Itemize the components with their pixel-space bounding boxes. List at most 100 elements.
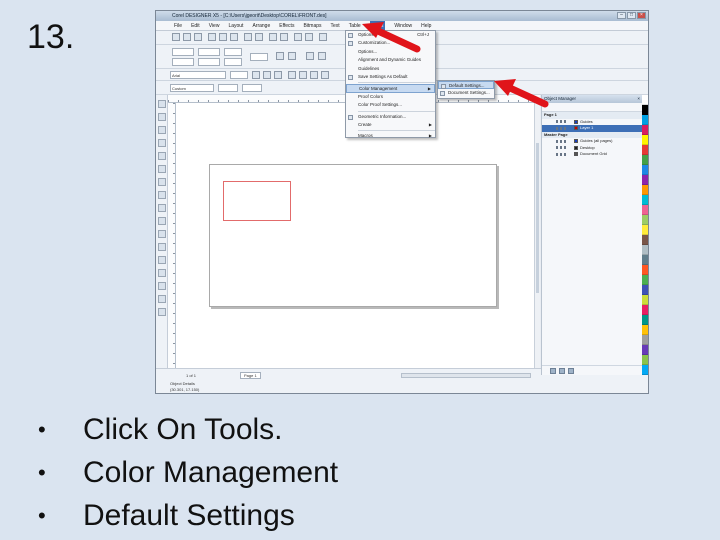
height-field[interactable] <box>198 58 220 66</box>
menu-table[interactable]: Table <box>349 21 361 30</box>
pick-tool-icon[interactable] <box>158 100 166 108</box>
crop-tool-icon[interactable] <box>158 126 166 134</box>
horizontal-scrollbar[interactable] <box>401 373 531 378</box>
vertical-scrollbar[interactable] <box>534 103 540 368</box>
menu-tools[interactable]: Tools <box>369 21 386 30</box>
width-field[interactable] <box>198 48 220 56</box>
smart-fill-icon[interactable] <box>158 165 166 173</box>
palette-swatch[interactable] <box>642 145 648 155</box>
x-field[interactable] <box>172 48 194 56</box>
palette-swatch[interactable] <box>642 245 648 255</box>
palette-swatch[interactable] <box>642 285 648 295</box>
delete-layer-icon[interactable] <box>568 368 574 374</box>
mirror-icon[interactable] <box>276 52 284 60</box>
palette-swatch[interactable] <box>642 175 648 185</box>
copy-icon[interactable] <box>219 33 227 41</box>
freehand-tool-icon[interactable] <box>158 152 166 160</box>
palette-swatch[interactable] <box>642 345 648 355</box>
menu-bitmaps[interactable]: Bitmaps <box>303 21 321 30</box>
bold-icon[interactable] <box>252 71 260 79</box>
visibility-icon[interactable] <box>556 152 568 156</box>
y-field[interactable] <box>172 58 194 66</box>
text-tool-icon[interactable] <box>158 217 166 225</box>
menu-item-customization[interactable]: Customization... <box>346 39 435 47</box>
outline-width-select[interactable] <box>218 84 238 92</box>
menu-file[interactable]: File <box>174 21 182 30</box>
cut-icon[interactable] <box>208 33 216 41</box>
redo-icon[interactable] <box>255 33 263 41</box>
palette-swatch[interactable] <box>642 155 648 165</box>
palette-swatch[interactable] <box>642 235 648 245</box>
menu-effects[interactable]: Effects <box>279 21 294 30</box>
shape-tool-icon[interactable] <box>158 113 166 121</box>
dropcap-icon[interactable] <box>310 71 318 79</box>
palette-swatch[interactable] <box>642 355 648 365</box>
outline-tool-icon[interactable] <box>158 295 166 303</box>
menu-item-options-2[interactable]: Options... <box>346 48 435 56</box>
scrollbar-thumb[interactable] <box>536 143 539 293</box>
palette-swatch[interactable] <box>642 315 648 325</box>
menu-item-geometric-info[interactable]: Geometric Information... <box>346 113 435 121</box>
palette-swatch[interactable] <box>642 115 648 125</box>
menu-item-save-settings[interactable]: Save Settings As Default <box>346 73 435 81</box>
italic-icon[interactable] <box>263 71 271 79</box>
document-page[interactable] <box>209 164 497 307</box>
align-icon[interactable] <box>288 71 296 79</box>
paste-icon[interactable] <box>230 33 238 41</box>
export-icon[interactable] <box>280 33 288 41</box>
palette-swatch[interactable] <box>642 255 648 265</box>
visibility-icon[interactable] <box>556 139 568 143</box>
scale-x-field[interactable] <box>224 48 242 56</box>
underline-icon[interactable] <box>274 71 282 79</box>
polygon-tool-icon[interactable] <box>158 204 166 212</box>
menu-help[interactable]: Help <box>421 21 431 30</box>
palette-swatch[interactable] <box>642 105 648 115</box>
maximize-icon[interactable]: □ <box>627 12 636 19</box>
palette-swatch[interactable] <box>642 365 648 375</box>
palette-swatch[interactable] <box>642 225 648 235</box>
style-select[interactable]: Custom <box>170 84 214 92</box>
new-icon[interactable] <box>172 33 180 41</box>
open-icon[interactable] <box>183 33 191 41</box>
zoom-icon[interactable] <box>294 33 302 41</box>
callout-tool-icon[interactable] <box>158 269 166 277</box>
menu-item-color-proof-settings[interactable]: Color Proof Settings... <box>346 101 435 109</box>
palette-swatch[interactable] <box>642 135 648 145</box>
layer-row[interactable]: Document Grid <box>542 151 642 158</box>
palette-swatch[interactable] <box>642 215 648 225</box>
import-icon[interactable] <box>269 33 277 41</box>
palette-swatch[interactable] <box>642 195 648 205</box>
line-style-select[interactable] <box>242 84 262 92</box>
wrap-icon[interactable] <box>306 52 314 60</box>
palette-swatch[interactable] <box>642 305 648 315</box>
undo-icon[interactable] <box>244 33 252 41</box>
menu-item-create[interactable]: Create ▶ <box>346 121 435 129</box>
palette-swatch[interactable] <box>642 125 648 135</box>
menu-item-document-settings[interactable]: Document Settings... <box>438 89 494 97</box>
visibility-icon[interactable] <box>556 126 568 130</box>
rectangle-tool-icon[interactable] <box>158 178 166 186</box>
drawing-canvas[interactable] <box>176 103 534 368</box>
font-select[interactable]: Arial <box>170 71 226 79</box>
palette-swatch[interactable] <box>642 295 648 305</box>
page-navigator[interactable]: 1 of 1 <box>186 372 196 379</box>
menu-view[interactable]: View <box>209 21 220 30</box>
visibility-icon[interactable] <box>556 146 568 149</box>
palette-swatch[interactable] <box>642 165 648 175</box>
fill-tool-icon[interactable] <box>158 308 166 316</box>
menu-item-color-management[interactable]: Color Management ▶ <box>346 84 435 93</box>
palette-swatch[interactable] <box>642 275 648 285</box>
ellipse-tool-icon[interactable] <box>158 191 166 199</box>
menu-item-default-settings[interactable]: Default Settings... <box>438 81 494 90</box>
menu-item-proof-colors[interactable]: Proof Colors <box>346 93 435 101</box>
palette-swatch[interactable] <box>642 185 648 195</box>
drawn-rectangle[interactable] <box>223 181 291 221</box>
lock-icon[interactable] <box>288 52 296 60</box>
close-panel-icon[interactable]: × <box>637 95 640 103</box>
zoom-tool-icon[interactable] <box>158 139 166 147</box>
dimension-tool-icon[interactable] <box>158 243 166 251</box>
eyedropper-tool-icon[interactable] <box>158 282 166 290</box>
snap-icon[interactable] <box>319 33 327 41</box>
palette-swatch[interactable] <box>642 325 648 335</box>
page-tab[interactable]: Page 1 <box>240 372 261 379</box>
